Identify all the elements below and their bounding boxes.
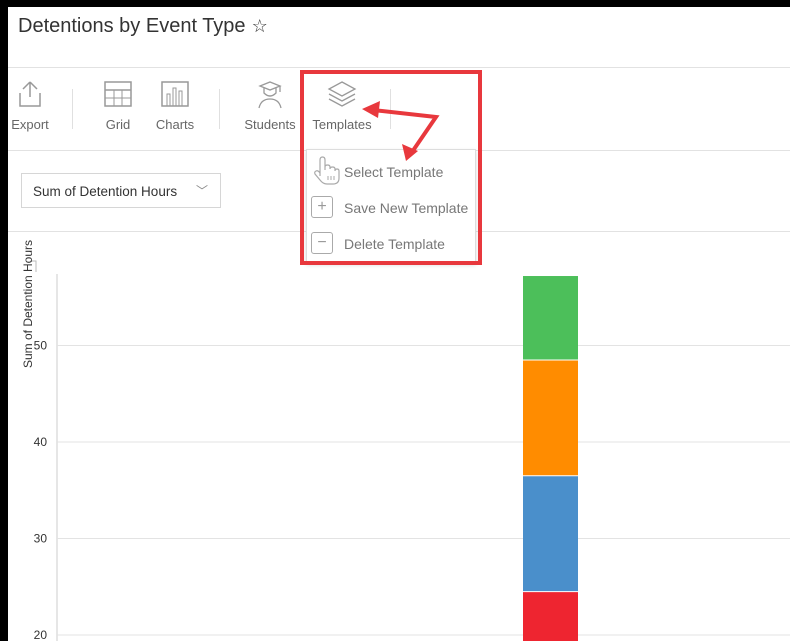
bar-segment-0	[523, 591, 578, 641]
toolbar-separator	[219, 89, 220, 129]
app-frame: Detentions by Event Type ☆ Export Grid Ch…	[8, 7, 790, 641]
measure-select[interactable]: Sum of Detention Hours ﹀	[21, 173, 221, 208]
select-template-item[interactable]: Select Template	[307, 156, 475, 188]
minus-icon: −	[311, 232, 333, 254]
toolbar-separator	[390, 89, 391, 129]
toolbar-separator	[72, 89, 73, 129]
bar-segment-2	[523, 359, 578, 476]
templates-button[interactable]: Templates	[307, 79, 377, 132]
students-button[interactable]: Students	[240, 79, 300, 132]
plus-icon: +	[311, 196, 333, 218]
chart-area: 20 30 40 50	[8, 232, 790, 641]
y-tick-label: 40	[34, 435, 48, 449]
export-button[interactable]: Export	[8, 79, 52, 132]
layers-icon	[327, 81, 357, 107]
bar-segment-1	[523, 475, 578, 592]
favorite-star-icon[interactable]: ☆	[252, 16, 268, 36]
grid-icon	[104, 81, 132, 107]
y-tick-label: 20	[34, 628, 48, 641]
delete-template-item[interactable]: − Delete Template	[307, 230, 475, 260]
templates-menu: Select Template + Save New Template − De…	[306, 149, 476, 263]
bar-segment-3	[523, 276, 578, 360]
y-axis-label: Sum of Detention Hours	[21, 239, 35, 369]
grid-button[interactable]: Grid	[100, 79, 136, 132]
export-icon	[19, 81, 41, 107]
page-title: Detentions by Event Type ☆	[18, 15, 268, 37]
student-icon	[258, 81, 282, 109]
y-tick-label: 30	[34, 532, 48, 546]
save-new-template-item[interactable]: + Save New Template	[307, 194, 475, 224]
hand-pointer-icon	[314, 156, 340, 185]
stacked-bar-chart: 20 30 40 50	[30, 260, 790, 641]
y-tick-label: 50	[34, 339, 48, 353]
bar-chart-icon	[161, 81, 189, 107]
chevron-down-icon: ﹀	[195, 184, 208, 198]
title-divider	[8, 67, 790, 68]
charts-button[interactable]: Charts	[151, 79, 199, 132]
